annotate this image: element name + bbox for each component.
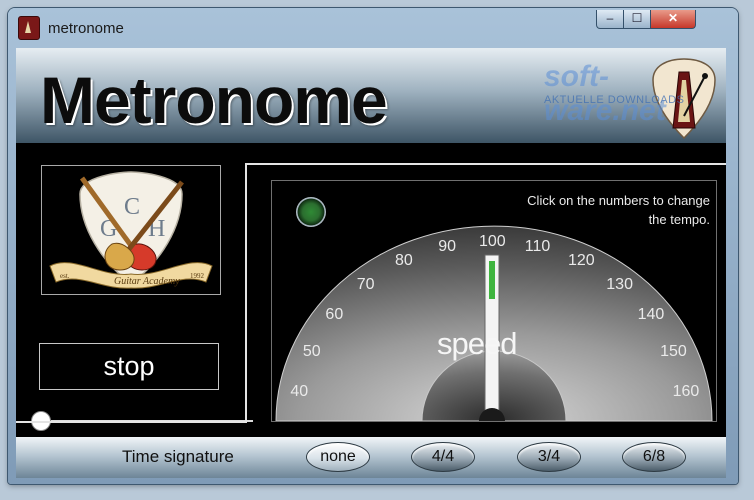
tempo-mark-140[interactable]: 140 bbox=[638, 306, 665, 324]
window-title: metronome bbox=[48, 20, 124, 37]
logo-est: est. bbox=[60, 272, 70, 280]
metronome-app-icon[interactable] bbox=[18, 16, 40, 40]
stop-button[interactable]: stop bbox=[39, 343, 219, 390]
logo-letter-c: C bbox=[124, 194, 140, 220]
time-signature-none-button[interactable]: none bbox=[306, 442, 370, 472]
panel-divider bbox=[245, 163, 247, 421]
tempo-mark-130[interactable]: 130 bbox=[606, 276, 633, 294]
header-banner: Metronome bbox=[16, 48, 726, 143]
tempo-mark-160[interactable]: 160 bbox=[673, 383, 700, 401]
tempo-mark-50[interactable]: 50 bbox=[303, 343, 321, 361]
tempo-mark-120[interactable]: 120 bbox=[568, 252, 595, 270]
logo-scroll-text: Guitar Academy bbox=[114, 276, 180, 287]
tempo-mark-70[interactable]: 70 bbox=[357, 276, 375, 294]
tempo-mark-80[interactable]: 80 bbox=[395, 252, 413, 270]
pick-metronome-icon bbox=[652, 58, 716, 140]
tempo-needle-indicator bbox=[489, 261, 495, 299]
tempo-dial bbox=[275, 225, 713, 421]
time-signature-label: Time signature bbox=[122, 447, 234, 466]
minimize-button[interactable]: – bbox=[596, 10, 624, 29]
tempo-dial-panel: Click on the numbers to change the tempo… bbox=[271, 180, 717, 422]
tempo-mark-90[interactable]: 90 bbox=[438, 238, 456, 256]
app-window: metronome – ☐ ✕ Metronome soft-ware.net … bbox=[8, 8, 738, 484]
app-title: Metronome bbox=[40, 63, 388, 137]
tempo-mark-40[interactable]: 40 bbox=[290, 383, 308, 401]
title-bar[interactable]: metronome – ☐ ✕ bbox=[8, 8, 738, 48]
time-signature-4-4-button[interactable]: 4/4 bbox=[411, 442, 475, 472]
client-area: Metronome soft-ware.net AKTUELLE DOWNLOA… bbox=[16, 48, 726, 478]
speed-label: speed bbox=[437, 326, 517, 361]
time-signature-bar: Time signature none 4/4 3/4 6/8 bbox=[16, 437, 726, 478]
logo-panel: G C H Guitar Academy est. 1992 bbox=[41, 165, 221, 295]
panel-divider bbox=[16, 421, 247, 423]
tempo-mark-150[interactable]: 150 bbox=[660, 343, 687, 361]
gch-guitar-academy-logo: G C H Guitar Academy est. 1992 bbox=[49, 171, 213, 289]
logo-year: 1992 bbox=[190, 272, 205, 280]
maximize-button[interactable]: ☐ bbox=[623, 10, 651, 29]
tempo-mark-110[interactable]: 110 bbox=[525, 238, 551, 256]
time-signature-6-8-button[interactable]: 6/8 bbox=[622, 442, 686, 472]
tempo-mark-60[interactable]: 60 bbox=[325, 306, 343, 324]
close-button[interactable]: ✕ bbox=[650, 10, 696, 29]
panel-divider bbox=[245, 163, 726, 165]
tempo-mark-100[interactable]: 100 bbox=[479, 233, 506, 251]
time-signature-3-4-button[interactable]: 3/4 bbox=[517, 442, 581, 472]
